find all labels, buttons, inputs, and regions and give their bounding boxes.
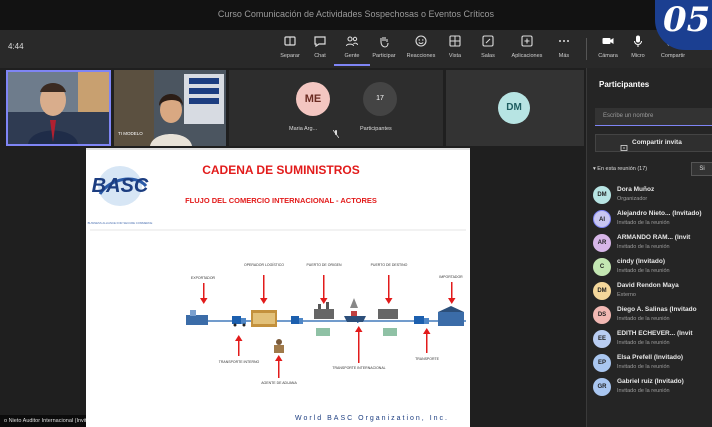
avatar-me[interactable]: ME	[296, 82, 330, 116]
avatar: EE	[593, 330, 611, 348]
slide-footer: World BASC Organization, Inc.	[295, 415, 449, 422]
label-logistics-operator: OPERADOR LOGÍSTICO	[244, 263, 284, 267]
window-title: Curso Comunicación de Actividades Sospec…	[217, 9, 495, 19]
mic-icon	[620, 34, 656, 50]
participant-search-input[interactable]: Escribe un nombre	[595, 108, 712, 126]
participant-row[interactable]: EP Elsa Prefell (Invitado) Invitado de l…	[593, 352, 711, 374]
participants-count-label: Participantes	[360, 126, 392, 132]
mute-all-button[interactable]: Si	[691, 162, 712, 176]
participants-panel: Participantes Escribe un nombre Comparti…	[586, 68, 712, 427]
chat-button[interactable]: Chat	[302, 34, 338, 66]
participants-count-badge[interactable]: 17	[363, 82, 397, 116]
mic-muted-icon	[332, 125, 340, 139]
share-invite-button[interactable]: Compartir invita	[595, 134, 712, 152]
slide-title: CADENA DE SUMINISTROS	[202, 163, 360, 177]
avatar: DM	[593, 282, 611, 300]
toolbar-divider	[586, 38, 587, 60]
label-destination-port: PUERTO DE DESTINO	[371, 263, 408, 267]
top-arrows	[200, 275, 456, 304]
label-exporter: EXPORTADOR	[191, 276, 216, 280]
logo-subtext: BUSINESS ALLIANCE FOR SECURE COMMERCE	[88, 221, 153, 225]
reactions-icon	[403, 34, 439, 50]
avatar: GR	[593, 378, 611, 396]
rooms-icon	[470, 34, 506, 50]
truck-icon-2	[291, 316, 303, 324]
port-origin-icon	[314, 302, 334, 336]
importer-icon	[438, 306, 464, 326]
section-header[interactable]: ▾ En esta reunión (17)	[593, 166, 647, 172]
apps-button[interactable]: Aplicaciones	[509, 34, 545, 66]
participant-row[interactable]: C cindy (Invitado) Invitado de la reunió…	[593, 256, 711, 278]
avatar: EP	[593, 354, 611, 372]
port-destination-icon	[378, 309, 398, 336]
customs-agent-icon	[274, 339, 284, 353]
avatar-dm: DM	[498, 92, 530, 124]
meeting-clock: 4:44	[8, 42, 24, 51]
chat-icon	[302, 34, 338, 50]
title-bar: Curso Comunicación de Actividades Sospec…	[0, 0, 712, 30]
people-icon	[334, 34, 370, 50]
participant-row[interactable]: DM Dora Muñoz Organizador	[593, 184, 711, 206]
ship-icon	[344, 298, 366, 322]
avatar: DS	[593, 306, 611, 324]
label-internal-transport: TRANSPORTE INTERNO	[219, 360, 260, 364]
label-origin-port: PUERTO DE ORIGEN	[306, 263, 342, 267]
avatar: AR	[593, 234, 611, 252]
avatar: C	[593, 258, 611, 276]
label-transport: TRANSPORTE	[415, 357, 440, 361]
participant-row[interactable]: AR ARMANDO RAM... (Invit Invitado de la …	[593, 232, 711, 254]
slide-canvas: BASC BUSINESS ALLIANCE FOR SECURE COMMER…	[86, 148, 470, 422]
apps-icon	[509, 34, 545, 50]
avatar: DM	[593, 186, 611, 204]
people-button[interactable]: Gente	[334, 34, 370, 66]
label-international-transport: TRANSPORTE INTERNACIONAL	[332, 366, 385, 370]
meeting-toolbar: 4:44 Separar Chat Gente Participar Reacc…	[0, 30, 712, 68]
reactions-button[interactable]: Reacciones	[403, 34, 439, 66]
share-invite-icon	[620, 139, 628, 151]
participant-row[interactable]: GR Gabriel ruiz (Invitado) Invitado de l…	[593, 376, 711, 398]
warehouse-icon	[251, 310, 277, 327]
avatar-tiles: ME Maria Arg... 17 Participantes	[229, 70, 443, 146]
video-tile-participant[interactable]: TI MODELO	[114, 70, 226, 146]
video-tile-dm[interactable]: DM	[446, 70, 584, 146]
participant-row[interactable]: DS Diego A. Salinas (Invitado Invitado d…	[593, 304, 711, 326]
panel-title: Participantes	[599, 80, 650, 89]
mic-button[interactable]: Micro	[620, 34, 656, 66]
supply-chain-diagram: EXPORTADOR OPERADOR LOGÍSTICO PUERTO DE …	[186, 263, 466, 385]
truck-icon	[232, 316, 246, 327]
avatar: AI	[593, 210, 611, 228]
raise-hand-icon	[366, 34, 402, 50]
participant-tile-label: TI MODELO	[118, 131, 143, 136]
video-tile-presenter[interactable]	[6, 70, 111, 146]
participant-row[interactable]: EE EDITH ECHEVER... (Invit Invitado de l…	[593, 328, 711, 350]
presenter-video	[8, 72, 109, 144]
raise-hand-button[interactable]: Participar	[366, 34, 402, 66]
bottom-arrows	[235, 326, 431, 378]
shared-slide: BASC BUSINESS ALLIANCE FOR SECURE COMMER…	[86, 148, 470, 427]
label-customs-agent: AGENTE DE ADUANA	[261, 381, 297, 385]
basc-logo: BASC BUSINESS ALLIANCE FOR SECURE COMMER…	[88, 166, 153, 225]
more-icon	[546, 34, 582, 50]
view-icon	[437, 34, 473, 50]
view-button[interactable]: Vista	[437, 34, 473, 66]
logo-text: BASC	[92, 175, 149, 197]
avatar-me-name: Maria Arg...	[289, 126, 318, 132]
exporter-icon	[186, 310, 208, 325]
rooms-button[interactable]: Salas	[470, 34, 506, 66]
truck-icon-3	[414, 316, 429, 324]
participant-row[interactable]: AI Alejandro Nieto... (Invitado) Invitad…	[593, 208, 711, 230]
label-importer: IMPORTADOR	[439, 275, 463, 279]
slide-subtitle: FLUJO DEL COMERCIO INTERNACIONAL - ACTOR…	[185, 196, 377, 205]
more-button[interactable]: Más	[546, 34, 582, 66]
participant-row[interactable]: DM David Rendon Maya Externo	[593, 280, 711, 302]
